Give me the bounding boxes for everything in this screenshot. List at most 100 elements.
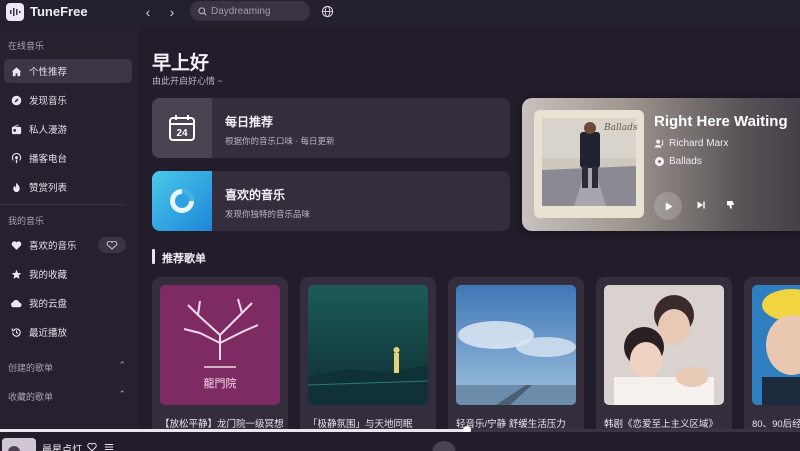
app-logo-icon [6,3,24,21]
cloud-icon [10,297,22,309]
sidebar-item-label: 我的收藏 [29,270,68,281]
title-bar: TuneFree ‹ › [0,0,800,26]
playlist-name: 「极静氛围」与天地同眠 [308,419,413,430]
track-album-row[interactable]: Ballads [654,156,702,167]
heartbeat-mode-button[interactable] [98,237,126,253]
bottom-player: 晨星点灯 [0,432,800,451]
sidebar-item-recommend[interactable]: 个性推荐 [4,59,132,83]
daily-thumb: 24 [152,98,212,158]
chevron-up-icon[interactable]: ⌃ [118,389,126,400]
flame-icon [10,181,22,193]
section-title: 推荐歌单 [162,253,206,265]
language-globe-icon[interactable] [321,5,334,18]
mini-play-button[interactable] [432,441,456,451]
mini-track-title[interactable]: 晨星点灯 [42,441,82,451]
playlist-card[interactable]: 轻音乐/宁静 舒缓生活压力 [448,277,584,430]
sidebar-item-cloud[interactable]: 我的云盘 [4,291,132,315]
forward-arrow-icon[interactable]: › [164,3,180,21]
heart-icon [10,239,22,251]
playlist-name: 80、90后经典 [752,419,800,430]
app-name: TuneFree [30,4,88,19]
playlist-card[interactable]: 韩剧《恋爱至上主义区域》 [596,277,732,430]
sidebar: 在线音乐 个性推荐 发现音乐 私人漫游 播客电台 赞赏列表 我的音乐 喜欢的音乐… [0,26,138,436]
thumbs-down-icon [727,201,735,209]
track-artist-row[interactable]: Richard Marx [654,138,728,149]
liked-thumb [152,171,212,231]
playlist-card[interactable]: 「极静氛围」与天地同眠 [300,277,436,430]
sidebar-item-discover[interactable]: 发现音乐 [4,88,132,112]
playlist-cover: 龍門院 [160,285,280,405]
sidebar-item-roam[interactable]: 私人漫游 [4,117,132,141]
track-title[interactable]: Right Here Waiting [654,113,788,130]
artist-icon [654,138,665,149]
playlist-cover [308,285,428,405]
album-cover-text: Ballads [603,123,638,133]
track-album: Ballads [669,156,702,167]
liked-subtitle: 发现你独特的音乐品味 [225,209,311,219]
star-icon [10,268,22,280]
calendar-day: 24 [176,128,188,139]
chevron-up-icon[interactable]: ⌃ [118,360,126,371]
next-track-button[interactable] [694,198,708,212]
playlist-name: 轻音乐/宁静 舒缓生活压力 [456,419,566,430]
play-button[interactable] [654,192,682,220]
search-box[interactable] [190,1,310,21]
sidebar-item-label: 个性推荐 [29,67,68,78]
calendar-icon: 24 [169,115,195,141]
daily-title: 每日推荐 [225,115,274,129]
sidebar-divider [0,204,126,205]
history-icon [10,326,22,338]
playlist-name: 【放松平静】龙门院一级冥想 [160,419,284,430]
now-playing-card[interactable]: Ballads Right Here Waiting Richard Marx … [522,98,800,231]
sidebar-item-podcast[interactable]: 播客电台 [4,146,132,170]
mini-cover[interactable] [2,438,36,451]
sidebar-section-created[interactable]: 创建的歌单 [8,361,53,374]
playlist-cover-text: 龍門院 [204,376,237,390]
album-disc-icon [654,156,665,167]
sidebar-section-online: 在线音乐 [8,41,45,51]
playlist-menu-icon[interactable] [104,442,114,451]
track-artist: Richard Marx [669,138,729,149]
search-icon [198,6,207,16]
pie-chart-icon [170,189,194,213]
main-content: 早上好 由此开启好心情 ~ 24 每日推荐 根据你的音乐口味 · 每日更新 喜欢… [138,26,800,430]
playlist-card[interactable]: 80、90后经典 [744,277,800,430]
playlist-cover [456,285,576,405]
compass-icon [10,94,22,106]
sidebar-item-recent[interactable]: 最近播放 [4,320,132,344]
back-arrow-icon[interactable]: ‹ [140,3,156,21]
skip-next-icon [697,201,705,209]
album-cover: Ballads [534,110,644,218]
playlist-cover [752,285,800,405]
search-input[interactable] [211,5,307,17]
page-subtitle: 由此开启好心情 ~ [152,76,223,86]
home-icon [10,65,22,77]
podcast-icon [10,152,22,164]
dislike-button[interactable] [724,198,738,212]
playlist-name: 韩剧《恋爱至上主义区域》 [604,419,719,430]
daily-subtitle: 根据你的音乐口味 · 每日更新 [225,136,335,146]
playlist-cover [604,285,724,405]
play-icon [665,201,673,211]
sidebar-section-mine: 我的音乐 [8,216,45,226]
heartbeat-icon [106,240,118,250]
sidebar-section-collected[interactable]: 收藏的歌单 [8,390,53,403]
sidebar-item-label: 发现音乐 [29,96,68,107]
sidebar-item-label: 私人漫游 [29,125,68,136]
sidebar-item-label: 喜欢的音乐 [29,241,77,252]
sidebar-item-liked[interactable]: 喜欢的音乐 [4,233,132,257]
sidebar-item-label: 播客电台 [29,154,68,165]
sidebar-item-appreciate[interactable]: 赞赏列表 [4,175,132,199]
sidebar-item-label: 赞赏列表 [29,183,68,194]
radio-icon [10,123,22,135]
sidebar-item-collection[interactable]: 我的收藏 [4,262,132,286]
playlist-card[interactable]: 龍門院 【放松平静】龙门院一级冥想 [152,277,288,430]
section-accent-bar [152,249,155,264]
liked-music-card[interactable]: 喜欢的音乐 发现你独特的音乐品味 [152,171,510,231]
sidebar-item-label: 我的云盘 [29,299,68,310]
heart-icon[interactable] [87,442,97,451]
liked-title: 喜欢的音乐 [225,188,286,202]
daily-recommend-card[interactable]: 24 每日推荐 根据你的音乐口味 · 每日更新 [152,98,510,158]
sidebar-item-label: 最近播放 [29,328,68,339]
page-title: 早上好 [152,53,210,74]
